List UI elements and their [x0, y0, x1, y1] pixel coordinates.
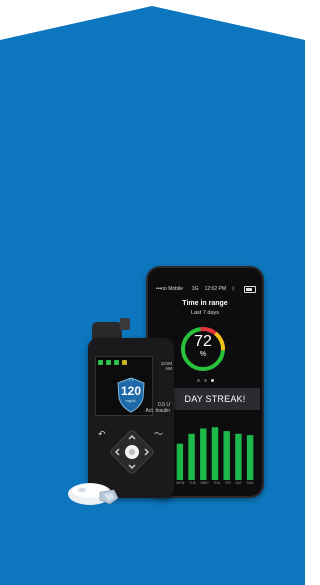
- pump-status-icons: [98, 360, 127, 365]
- percent-sign: %: [199, 351, 207, 358]
- day-label: THU: [213, 481, 221, 485]
- day-label: SUN: [246, 481, 254, 485]
- phone-status-bar: •••oo Mobile 3G 12:02 PM ᛒ: [156, 284, 256, 294]
- day-label: MON: [176, 481, 185, 485]
- time-in-range-title: Time in range: [182, 300, 228, 307]
- page-dot: [196, 379, 200, 382]
- pump-clock: 10:00 AM: [150, 361, 172, 371]
- page-dot-active: [210, 379, 214, 382]
- tir-bar: [211, 427, 219, 480]
- tir-bar: [246, 435, 254, 480]
- trend-arrows: ↓↓: [128, 377, 134, 383]
- sensor-icon: [122, 360, 127, 365]
- reservoir-icon: [106, 360, 111, 365]
- bluetooth-icon: ᛒ: [232, 286, 236, 292]
- tir-bar: [188, 433, 195, 480]
- day-label: FRI: [225, 481, 231, 485]
- signal-icon: [114, 360, 119, 365]
- network-label: 3G: [191, 286, 199, 292]
- day-streak-banner: DAY STREAK!: [170, 388, 260, 410]
- glucose-value: 120: [120, 384, 142, 398]
- time-in-range-subtitle: Last 7 days: [190, 310, 220, 316]
- pump-connector: [120, 318, 130, 330]
- tir-bar: [200, 428, 207, 480]
- tir-bar: [235, 433, 242, 480]
- pump-ampm: AM: [165, 366, 172, 371]
- active-insulin: 0.5 U Act. Insulin: [138, 402, 170, 414]
- battery-icon: [98, 360, 103, 365]
- insulin-label: Act. Insulin: [145, 408, 170, 414]
- back-arrow-icon[interactable]: ↶: [98, 430, 106, 439]
- carrier-label: •••oo Mobile: [156, 286, 183, 292]
- day-label: WED: [200, 481, 209, 485]
- battery-icon: [244, 285, 256, 293]
- tir-bar: [223, 431, 230, 480]
- percent-value: 72: [194, 333, 212, 350]
- tir-bar: [176, 443, 184, 480]
- pump-navigation-pad: [110, 430, 154, 474]
- day-label: TUE: [188, 481, 196, 485]
- day-labels: MON TUE WED THU FRI SAT SUN: [174, 481, 256, 487]
- glucose-sensor: [68, 483, 119, 505]
- day-label: SAT: [235, 481, 242, 485]
- time-in-range-bar-chart: [176, 427, 254, 480]
- status-time: 12:02 PM: [204, 286, 226, 292]
- page-dot: [203, 379, 207, 382]
